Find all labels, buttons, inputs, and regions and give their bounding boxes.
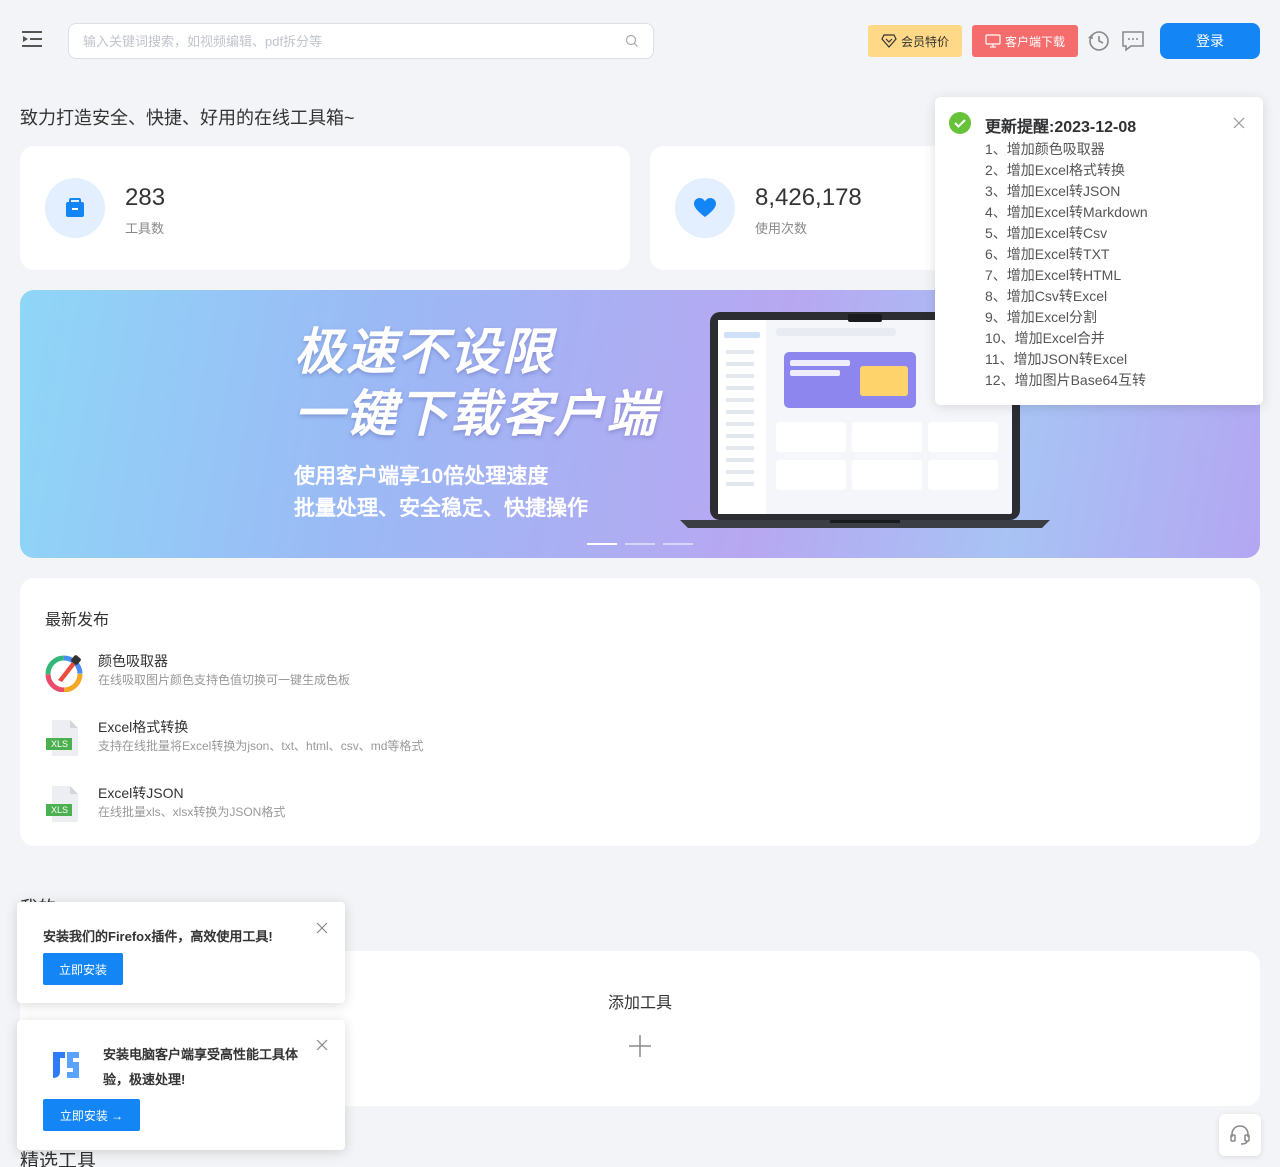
banner-dot-2[interactable] [625, 543, 655, 545]
desktop-client-popup: 安装电脑客户端享受高性能工具体验，极速处理! 立即安装 → [17, 1020, 345, 1150]
notification-title: 更新提醒:2023-12-08 [985, 119, 1137, 136]
latest-item-excel-convert[interactable]: XLS Excel格式转换 支持在线批量将Excel转换为json、txt、ht… [44, 714, 544, 764]
update-item: 12、增加图片Base64互转 [985, 372, 1147, 388]
menu-toggle-icon[interactable] [22, 30, 42, 48]
latest-item-name: 颜色吸取器 [98, 653, 168, 669]
close-icon[interactable] [316, 922, 328, 934]
latest-item-name: Excel格式转换 [98, 719, 189, 735]
update-item: 11、增加JSON转Excel [985, 351, 1128, 367]
update-item: 8、增加Csv转Excel [985, 288, 1108, 304]
usage-stat-badge [675, 178, 735, 238]
xls-file-icon [46, 786, 78, 822]
banner-dot-3[interactable] [663, 543, 693, 545]
update-notification: 更新提醒:2023-12-08 1、增加颜色吸取器 2、增加Excel格式转换 … [935, 97, 1263, 405]
install-firefox-button[interactable]: 立即安装 [43, 953, 123, 985]
update-item: 10、增加Excel合并 [985, 330, 1105, 346]
tools-count: 283 [125, 184, 166, 211]
top-header: 会员特价 客户端下载 登录 [0, 0, 1280, 82]
toolbox-icon [66, 198, 84, 217]
vip-offer-button[interactable]: 会员特价 [868, 25, 962, 57]
vip-offer-label: 会员特价 [900, 34, 949, 49]
monitor-icon [985, 34, 1001, 48]
latest-item-desc: 在线吸取图片颜色支持色值切换可一键生成色板 [98, 673, 351, 687]
firefox-extension-popup: 安装我们的Firefox插件，高效使用工具! 立即安装 [17, 902, 345, 1003]
search-input[interactable] [83, 33, 625, 49]
color-picker-icon [45, 655, 83, 692]
tools-stat-badge [45, 178, 105, 238]
page-slogan: 致力打造安全、快捷、好用的在线工具箱~ [20, 108, 355, 128]
update-item: 4、增加Excel转Markdown [985, 204, 1148, 220]
client-download-button[interactable]: 客户端下载 [972, 25, 1078, 57]
banner-title-line2: 一键下载客户端 [294, 386, 658, 442]
plus-icon[interactable] [627, 1033, 653, 1059]
usage-count-label: 使用次数 [755, 221, 808, 236]
install-client-button[interactable]: 立即安装 → [43, 1099, 140, 1131]
update-item: 6、增加Excel转TXT [985, 246, 1110, 262]
feedback-message-icon[interactable] [1121, 30, 1145, 52]
diamond-icon [881, 34, 897, 48]
success-check-icon [949, 112, 971, 134]
close-icon[interactable] [1233, 117, 1245, 129]
close-icon[interactable] [316, 1039, 328, 1051]
latest-releases-panel: 最新发布 颜色吸取器 在线吸取图片颜色支持色值切换可一键生成色板 XLS Exc… [20, 578, 1260, 846]
headset-icon [1230, 1125, 1250, 1145]
update-item: 3、增加Excel转JSON [985, 183, 1121, 199]
firefox-popup-message: 安装我们的Firefox插件，高效使用工具! [43, 929, 273, 944]
xls-badge: XLS [51, 805, 69, 815]
login-button[interactable]: 登录 [1160, 23, 1260, 59]
update-item: 9、增加Excel分割 [985, 309, 1098, 325]
latest-item-color-picker[interactable]: 颜色吸取器 在线吸取图片颜色支持色值切换可一键生成色板 [44, 648, 544, 698]
heart-icon [694, 198, 716, 217]
banner-pagination [587, 543, 693, 545]
customer-support-button[interactable] [1219, 1114, 1261, 1156]
latest-item-name: Excel转JSON [98, 785, 184, 801]
add-tool-label: 添加工具 [608, 995, 673, 1012]
update-item: 1、增加颜色吸取器 [985, 141, 1105, 157]
favorites-title: 我的 [20, 894, 56, 902]
banner-subtitle-line1: 使用客户端享10倍处理速度 [294, 465, 549, 488]
stat-card-tools: 283 工具数 [20, 146, 630, 270]
update-item: 7、增加Excel转HTML [985, 267, 1122, 283]
app-logo-icon [43, 1042, 89, 1088]
client-download-label: 客户端下载 [1004, 34, 1065, 49]
xls-badge: XLS [51, 739, 69, 749]
update-item: 2、增加Excel格式转换 [985, 162, 1126, 178]
tools-count-label: 工具数 [125, 221, 165, 236]
update-item: 5、增加Excel转Csv [985, 225, 1108, 241]
latest-item-desc: 支持在线批量将Excel转换为json、txt、html、csv、md等格式 [98, 739, 424, 753]
usage-count: 8,426,178 [755, 184, 862, 211]
history-icon[interactable] [1088, 30, 1110, 52]
update-list: 1、增加颜色吸取器 2、增加Excel格式转换 3、增加Excel转JSON 4… [985, 139, 1148, 391]
latest-item-excel-json[interactable]: XLS Excel转JSON 在线批量xls、xlsx转换为JSON格式 [44, 780, 544, 830]
latest-releases-title: 最新发布 [45, 612, 110, 629]
banner-subtitle-line2: 批量处理、安全稳定、快捷操作 [294, 497, 588, 520]
search-box[interactable] [68, 23, 654, 59]
latest-item-desc: 在线批量xls、xlsx转换为JSON格式 [98, 805, 286, 819]
client-popup-message: 安装电脑客户端享受高性能工具体验，极速处理! [103, 1047, 299, 1087]
search-icon[interactable] [625, 34, 639, 48]
xls-file-icon [46, 720, 78, 756]
banner-dot-1[interactable] [587, 543, 617, 545]
